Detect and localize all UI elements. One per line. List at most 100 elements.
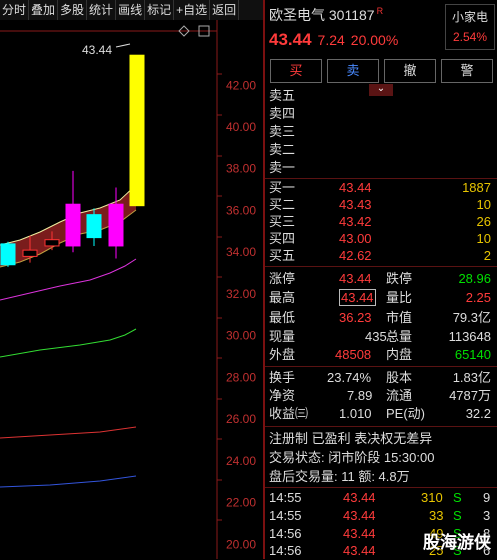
share-capital-value: 1.83亿 [452, 370, 491, 385]
ma-line-60 [0, 426, 137, 439]
sell-row-2: 卖二 [269, 141, 495, 159]
current-volume-label: 现量 [269, 329, 296, 344]
sell-row-1: 卖一 [269, 159, 495, 177]
y-tick-label: 32.00 [226, 287, 256, 301]
toolbar-draw-line[interactable]: 画线 [116, 0, 146, 20]
stats-row: 换手 23.74% 股本 1.83亿 [269, 369, 495, 387]
price-change: 7.24 [317, 32, 345, 48]
market-cap-value: 79.3亿 [452, 310, 491, 325]
alert-button[interactable]: 警 [441, 59, 493, 83]
watermark: 股海游侠 [423, 533, 491, 552]
toolbar-back[interactable]: 返回 [210, 0, 240, 20]
y-tick-label: 34.00 [226, 245, 256, 259]
y-tick-label: 36.00 [226, 203, 256, 217]
pe-value: 32.2 [465, 406, 491, 421]
last-price: 43.44 [269, 30, 312, 49]
stats-row: 现量 435 总量 113648 [269, 328, 495, 346]
buy-price: 43.44 [339, 180, 372, 195]
sell-label: 卖一 [269, 160, 296, 175]
limit-down-label: 跌停 [386, 271, 413, 286]
tags-line: 注册制 已盈利 表决权无差异 [269, 430, 495, 448]
market-cap-label: 市值 [386, 310, 413, 325]
sell-button[interactable]: 卖 [327, 59, 379, 83]
high-label: 最高 [269, 290, 296, 305]
eps-label: 收益㈢ [269, 406, 309, 421]
candle-body[interactable] [108, 203, 124, 247]
buy-volume: 2 [483, 248, 491, 263]
sell-label: 卖四 [269, 106, 296, 121]
toolbar-fenshi[interactable]: 分时 [0, 0, 30, 20]
y-tick-label: 30.00 [226, 329, 256, 343]
tick-side: S [453, 508, 462, 523]
sell-row-3: 卖三 [269, 123, 495, 141]
y-tick-label: 20.00 [226, 537, 256, 551]
buy-price: 43.00 [339, 231, 372, 246]
sell-label: 卖三 [269, 124, 296, 139]
y-axis: 42.00 40.00 38.00 36.00 34.00 32.00 30.00 28.00… [226, 78, 256, 551]
candle-body[interactable] [22, 249, 38, 257]
kline-chart[interactable]: 分时 叠加 多股 统计 画线 标记 +自选 返回 42.00 40.00 38.… [0, 0, 265, 559]
buy-row[interactable]: 买五 42.62 2 [269, 247, 495, 265]
y-tick-label: 38.00 [226, 162, 256, 176]
buy-price: 42.62 [339, 248, 372, 263]
stock-code: 301187 [328, 7, 375, 23]
stock-title: 欧圣电气 301187 R [269, 5, 383, 25]
ma-line-20 [0, 258, 137, 301]
high-annotation-label: 43.44 [82, 43, 112, 57]
toolbar-stats[interactable]: 统计 [87, 0, 117, 20]
trade-status-text: 交易状态: 闭市阶段 15:30:00 [269, 450, 435, 465]
buy-row[interactable]: 买二 43.43 10 [269, 196, 495, 214]
buy-price: 43.42 [339, 214, 372, 229]
stats-row: 涨停 43.44 跌停 28.96 [269, 270, 495, 288]
buy-label: 买五 [269, 248, 296, 263]
tags-text: 注册制 已盈利 表决权无差异 [269, 431, 433, 446]
turnover-value: 23.74% [327, 370, 372, 385]
outer-volume-value: 48508 [335, 347, 372, 362]
inner-volume-value: 65140 [454, 347, 491, 362]
volume-ratio-value: 2.25 [465, 290, 491, 305]
sell-row-4: 卖四 [269, 105, 495, 123]
quote-panel: 欧圣电气 301187 R 小家电 2.54% 43.44 7.24 20.00% 买… [265, 0, 497, 559]
y-tick-label: 26.00 [226, 412, 256, 426]
chart-canvas[interactable]: 42.00 40.00 38.00 36.00 34.00 32.00 30.00 28.00… [0, 0, 265, 559]
candle-body[interactable] [129, 54, 145, 207]
buy-label: 买二 [269, 197, 296, 212]
sector-box[interactable]: 小家电 2.54% [445, 4, 495, 50]
toolbar-add-watchlist[interactable]: +自选 [174, 0, 211, 20]
total-volume-value: 113648 [448, 329, 491, 344]
tick-time: 14:56 [269, 543, 302, 558]
candle-body[interactable] [44, 239, 60, 247]
buy-row[interactable]: 买四 43.00 10 [269, 230, 495, 248]
price-line: 43.44 7.24 20.00% [269, 30, 398, 50]
chart-frame [0, 20, 222, 559]
buy-price: 43.43 [339, 197, 372, 212]
toolbar-overlay[interactable]: 叠加 [29, 0, 59, 20]
volume-ratio-label: 量比 [386, 290, 413, 305]
divider [265, 487, 497, 488]
inner-volume-label: 内盘 [386, 347, 413, 362]
y-tick-label: 42.00 [226, 78, 256, 92]
limit-up-value: 43.44 [339, 271, 372, 286]
buy-row[interactable]: 买三 43.42 26 [269, 213, 495, 231]
candle-body[interactable] [86, 214, 102, 239]
candle-body[interactable] [65, 203, 81, 247]
candle-body[interactable] [0, 243, 16, 266]
tick-price: 43.44 [343, 490, 376, 505]
stats-row: 最高 43.44 量比 2.25 [269, 289, 495, 307]
toolbar-multi-stock[interactable]: 多股 [58, 0, 88, 20]
current-volume-value: 435 [365, 329, 387, 344]
limit-up-label: 涨停 [269, 271, 296, 286]
tick-time: 14:55 [269, 490, 302, 505]
y-tick-label: 22.00 [226, 496, 256, 510]
chart-toolbar: 分时 叠加 多股 统计 画线 标记 +自选 返回 [0, 0, 263, 20]
cancel-order-button[interactable]: 撤 [384, 59, 436, 83]
buy-label: 买三 [269, 214, 296, 229]
after-hours-line: 盘后交易量: 11 额: 4.8万 [269, 468, 495, 486]
candles [0, 54, 145, 267]
share-capital-label: 股本 [386, 370, 413, 385]
stats-row: 收益㈢ 1.010 PE(动) 32.2 [269, 405, 495, 423]
buy-button[interactable]: 买 [270, 59, 322, 83]
toolbar-mark[interactable]: 标记 [145, 0, 175, 20]
tick-time: 14:56 [269, 526, 302, 541]
buy-row[interactable]: 买一 43.44 1887 [269, 179, 495, 197]
